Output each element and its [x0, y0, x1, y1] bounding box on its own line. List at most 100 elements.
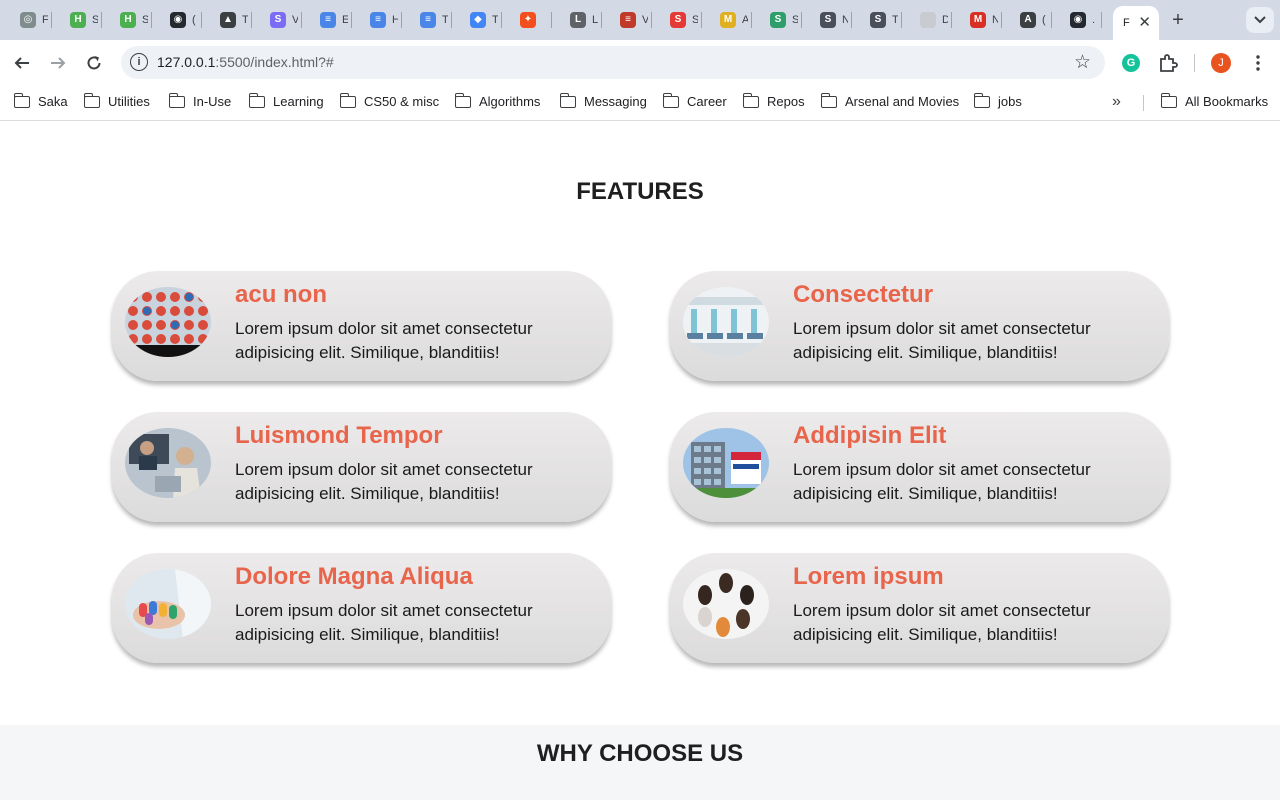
address-bar[interactable]: i 127.0.0.1:5500/index.html?# ☆	[121, 46, 1105, 79]
bookmark-label: Saka	[38, 94, 68, 109]
tab-item[interactable]: ≡ E	[320, 8, 352, 32]
bookmark-star-icon[interactable]: ☆	[1074, 51, 1091, 74]
bookmark-folder[interactable]: Career	[662, 92, 727, 109]
tab-title: S	[142, 14, 148, 26]
site-info-icon[interactable]: i	[130, 53, 148, 71]
tab-item[interactable]: HS	[70, 8, 102, 32]
tab-separator	[601, 12, 602, 28]
tab-item[interactable]: ≡ V	[620, 8, 652, 32]
tab-separator	[351, 12, 352, 28]
arrow-left-icon	[14, 57, 29, 69]
bookmarks-divider	[1143, 95, 1144, 111]
folder-icon	[973, 92, 990, 108]
tab-title: F	[42, 14, 48, 26]
feature-title: Dolore Magna Aliqua	[235, 563, 473, 590]
forward-button[interactable]	[45, 50, 71, 76]
new-tab-button[interactable]: +	[1167, 8, 1189, 32]
tab-item[interactable]: SN	[820, 8, 852, 32]
tab-title: T	[892, 14, 898, 26]
tab-active[interactable]: F ✕	[1113, 6, 1159, 40]
url-text[interactable]: 127.0.0.1:5500/index.html?#	[157, 54, 334, 70]
bookmark-folder[interactable]: Messaging	[559, 92, 647, 109]
feature-card: Dolore Magna Aliqua Lorem ipsum dolor sit…	[112, 553, 611, 663]
reload-button[interactable]	[81, 50, 107, 76]
grammarly-extension-button[interactable]: G	[1119, 51, 1143, 75]
browser-toolbar: i 127.0.0.1:5500/index.html?# ☆ G J	[0, 40, 1280, 85]
bookmark-folder[interactable]: CS50 & misc	[339, 92, 440, 109]
bookmark-folder[interactable]: Repos	[742, 92, 805, 109]
tab-item[interactable]: ≡ T	[420, 8, 452, 32]
tab-separator	[1051, 12, 1052, 28]
back-button[interactable]	[9, 50, 35, 76]
tab-item[interactable]: SV	[270, 8, 302, 32]
folder-icon	[168, 92, 185, 108]
bookmark-folder[interactable]: Utilities	[83, 92, 150, 109]
tab-search-button[interactable]	[1246, 7, 1274, 33]
tab-item[interactable]: LL	[570, 8, 602, 32]
bookmark-folder[interactable]: jobs	[973, 92, 1022, 109]
toolbar-divider	[1194, 54, 1195, 72]
diamond-icon: ◆	[470, 12, 486, 28]
m-yellow-icon: M	[720, 12, 736, 28]
feature-description: Lorem ipsum dolor sit amet consectetur a…	[793, 319, 1091, 362]
features-heading: FEATURES	[576, 178, 704, 205]
folder-icon	[83, 92, 100, 108]
tab-item[interactable]: ◉(	[170, 8, 202, 32]
tab-title: .	[1092, 14, 1096, 26]
bookmark-folder[interactable]: Saka	[13, 92, 68, 109]
tab-item[interactable]: ▲ T	[220, 8, 252, 32]
tab-separator	[401, 12, 402, 28]
feature-card: Lorem ipsum Lorem ipsum dolor sit amet co…	[670, 553, 1169, 663]
bookmarks-overflow-button[interactable]: »	[1112, 93, 1121, 111]
tab-item[interactable]: ◎ F	[20, 8, 52, 32]
folder-icon	[454, 92, 471, 108]
folder-icon	[742, 92, 759, 108]
extensions-button[interactable]	[1156, 51, 1180, 75]
tab-item[interactable]: ◉.	[1070, 8, 1102, 32]
tab-separator	[101, 12, 102, 28]
folder-icon	[13, 92, 30, 108]
tab-item[interactable]: HS	[120, 8, 152, 32]
feature-title: Addipisin Elit	[793, 422, 947, 449]
tab-item[interactable]: ST	[870, 8, 902, 32]
code-icon: A	[1020, 12, 1036, 28]
folder-icon	[820, 92, 837, 108]
tab-title: D	[942, 14, 948, 26]
feature-card: Luismond Tempor Lorem ipsum dolor sit ame…	[112, 412, 611, 522]
tab-title: S	[792, 14, 798, 26]
bookmark-label: Repos	[767, 94, 805, 109]
bookmark-label: CS50 & misc	[364, 94, 440, 109]
flag-icon: ≡	[620, 12, 636, 28]
all-bookmarks-button[interactable]: All Bookmarks	[1160, 92, 1268, 109]
tab-item[interactable]: A(	[1020, 8, 1052, 32]
profile-button[interactable]: J	[1209, 51, 1233, 75]
tab-title: A	[742, 14, 748, 26]
tab-item[interactable]: MA	[720, 8, 752, 32]
tab-item[interactable]: ✦	[520, 8, 552, 32]
tab-item[interactable]: SS	[770, 8, 802, 32]
tab-separator	[651, 12, 652, 28]
tab-title: L	[592, 14, 598, 26]
bookmark-folder[interactable]: Arsenal and Movies	[820, 92, 959, 109]
folder-icon	[662, 92, 679, 108]
close-icon[interactable]: ✕	[1138, 13, 1151, 31]
bookmark-label: Messaging	[584, 94, 647, 109]
tab-item[interactable]: ◆ T	[470, 8, 502, 32]
feature-description: Lorem ipsum dolor sit amet consectetur a…	[235, 319, 533, 362]
docs-icon: ≡	[320, 12, 336, 28]
openai-icon: ◎	[20, 12, 36, 28]
feature-card: Addipisin Elit Lorem ipsum dolor sit amet…	[670, 412, 1169, 522]
capsules-circle-image	[683, 569, 769, 639]
bookmark-folder[interactable]: In-Use	[168, 92, 231, 109]
tab-separator	[201, 12, 202, 28]
tab-item[interactable]: D	[920, 8, 952, 32]
tab-item[interactable]: ≡ H	[370, 8, 402, 32]
bookmark-folder[interactable]: Learning	[248, 92, 324, 109]
tab-title: N	[992, 14, 998, 26]
bookmark-folder[interactable]: Algorithms	[454, 92, 540, 109]
tab-title: T	[492, 14, 498, 26]
tab-item[interactable]: MN	[970, 8, 1002, 32]
tab-item[interactable]: SS	[670, 8, 702, 32]
menu-button[interactable]	[1246, 51, 1270, 75]
kebab-menu-icon	[1256, 55, 1260, 71]
